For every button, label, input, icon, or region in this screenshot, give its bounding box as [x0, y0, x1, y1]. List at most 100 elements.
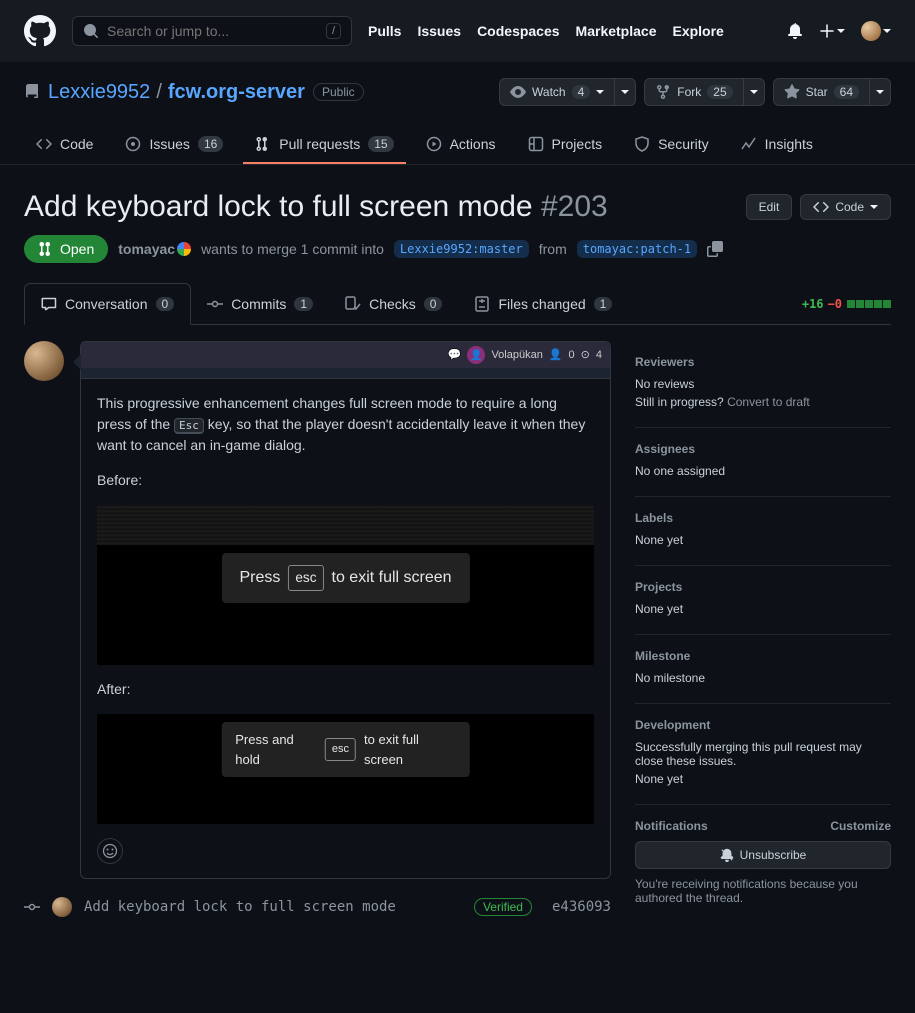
- commit-author-avatar[interactable]: [52, 897, 72, 917]
- user-menu[interactable]: [861, 21, 891, 41]
- sidebar-labels-title[interactable]: Labels: [635, 511, 891, 525]
- repo-name-link[interactable]: fcw.org-server: [168, 81, 305, 104]
- tab-code[interactable]: Code: [24, 126, 105, 164]
- prtab-checks[interactable]: Checks0: [329, 283, 458, 324]
- sidebar-milestone-value: No milestone: [635, 671, 891, 685]
- pr-author-link[interactable]: tomayac: [118, 241, 191, 257]
- convert-to-draft-link[interactable]: Convert to draft: [727, 395, 810, 409]
- merge-text: from: [539, 241, 567, 257]
- merge-text: wants to merge 1 commit into: [201, 241, 384, 257]
- google-badge-icon: [177, 242, 191, 256]
- pr-number: #203: [541, 190, 608, 223]
- user-avatar-icon: [861, 21, 881, 41]
- commit-message[interactable]: Add keyboard lock to full screen mode: [84, 899, 396, 915]
- sidebar-assignees-value: No one assigned: [635, 464, 891, 478]
- edit-button[interactable]: Edit: [746, 194, 793, 220]
- repo-owner-link[interactable]: Lexxie9952: [48, 81, 150, 104]
- commit-icon: [24, 899, 40, 915]
- fullscreen-toast-before: Press esc to exit full screen: [221, 553, 469, 603]
- bell-slash-icon: [720, 848, 734, 862]
- label-before: Before:: [97, 470, 594, 491]
- draft-question: Still in progress?: [635, 395, 724, 409]
- diff-icon: [474, 296, 490, 312]
- shield-icon: [634, 136, 650, 152]
- sidebar-labels-value: None yet: [635, 533, 891, 547]
- plus-icon: [819, 23, 835, 39]
- code-icon: [813, 199, 829, 215]
- copy-icon[interactable]: [707, 241, 723, 257]
- head-branch[interactable]: tomayac:patch-1: [577, 240, 697, 258]
- sidebar-development-title[interactable]: Development: [635, 718, 891, 732]
- screenshot-before[interactable]: Press esc to exit full screen: [97, 505, 594, 665]
- caret-down-icon: [883, 29, 891, 33]
- fork-button-group[interactable]: Fork25: [644, 78, 764, 106]
- prtab-commits[interactable]: Commits1: [191, 283, 329, 324]
- sidebar-reviewers-value: No reviews: [635, 377, 891, 391]
- path-separator: /: [156, 81, 162, 104]
- smiley-icon: [102, 843, 118, 859]
- nav-marketplace[interactable]: Marketplace: [576, 23, 657, 39]
- tab-security[interactable]: Security: [622, 126, 721, 164]
- verified-badge[interactable]: Verified: [474, 898, 532, 916]
- add-reaction-button[interactable]: [97, 838, 123, 864]
- screenshot-after[interactable]: 💬 👤 Volapükan 👤0 ⊙4 Press and hold esc: [97, 714, 594, 824]
- tab-projects[interactable]: Projects: [516, 126, 615, 164]
- comment-author-avatar[interactable]: [24, 341, 64, 381]
- comment-icon: [41, 296, 57, 312]
- sidebar-notifications-title: Notifications: [635, 819, 708, 833]
- sidebar-projects-value: None yet: [635, 602, 891, 616]
- kbd-esc: Esc: [174, 418, 204, 434]
- commit-sha[interactable]: e436093: [552, 899, 611, 915]
- bell-icon[interactable]: [787, 23, 803, 39]
- notification-note: You're receiving notifications because y…: [635, 877, 891, 905]
- star-icon: [784, 84, 800, 100]
- nav-explore[interactable]: Explore: [672, 23, 723, 39]
- sidebar-assignees-title[interactable]: Assignees: [635, 442, 891, 456]
- caret-down-icon: [837, 29, 845, 33]
- visibility-badge: Public: [313, 83, 364, 101]
- repo-icon: [24, 84, 40, 100]
- prtab-files[interactable]: Files changed1: [458, 283, 628, 324]
- sidebar-milestone-title[interactable]: Milestone: [635, 649, 891, 663]
- customize-link[interactable]: Customize: [830, 819, 891, 833]
- fullscreen-toast-after: Press and hold esc to exit full screen: [221, 722, 470, 777]
- github-logo-icon[interactable]: [24, 15, 56, 47]
- play-icon: [426, 136, 442, 152]
- pull-request-icon: [38, 241, 54, 257]
- commit-icon: [207, 296, 223, 312]
- code-dropdown-button[interactable]: Code: [800, 194, 891, 220]
- graph-icon: [741, 136, 757, 152]
- commit-timeline-item: Add keyboard lock to full screen mode Ve…: [80, 891, 611, 923]
- nav-issues[interactable]: Issues: [417, 23, 461, 39]
- prtab-conversation[interactable]: Conversation0: [24, 283, 191, 325]
- pull-request-icon: [255, 136, 271, 152]
- diff-stat: +16 −0: [802, 297, 891, 311]
- search-input-wrapper[interactable]: /: [72, 16, 352, 46]
- search-icon: [83, 23, 99, 39]
- comment-paragraph: This progressive enhancement changes ful…: [97, 393, 594, 456]
- checklist-icon: [345, 296, 361, 312]
- eye-icon: [510, 84, 526, 100]
- label-after: After:: [97, 679, 594, 700]
- unsubscribe-button[interactable]: Unsubscribe: [635, 841, 891, 869]
- search-slash-hint: /: [326, 23, 341, 39]
- watch-button-group[interactable]: Watch4: [499, 78, 636, 106]
- pr-title: Add keyboard lock to full screen mode #2…: [24, 189, 734, 225]
- fork-icon: [655, 84, 671, 100]
- sidebar-reviewers-title[interactable]: Reviewers: [635, 355, 891, 369]
- tab-pull-requests[interactable]: Pull requests15: [243, 126, 405, 164]
- pr-state-badge: Open: [24, 235, 108, 263]
- search-input[interactable]: [107, 23, 318, 39]
- nav-codespaces[interactable]: Codespaces: [477, 23, 559, 39]
- tab-issues[interactable]: Issues16: [113, 126, 235, 164]
- sidebar-projects-title[interactable]: Projects: [635, 580, 891, 594]
- project-icon: [528, 136, 544, 152]
- sidebar-development-value: Successfully merging this pull request m…: [635, 740, 891, 768]
- star-button-group[interactable]: Star64: [773, 78, 891, 106]
- sidebar-development-value2: None yet: [635, 772, 891, 786]
- base-branch[interactable]: Lexxie9952:master: [394, 240, 529, 258]
- nav-pulls[interactable]: Pulls: [368, 23, 401, 39]
- tab-insights[interactable]: Insights: [729, 126, 825, 164]
- tab-actions[interactable]: Actions: [414, 126, 508, 164]
- create-dropdown[interactable]: [819, 23, 845, 39]
